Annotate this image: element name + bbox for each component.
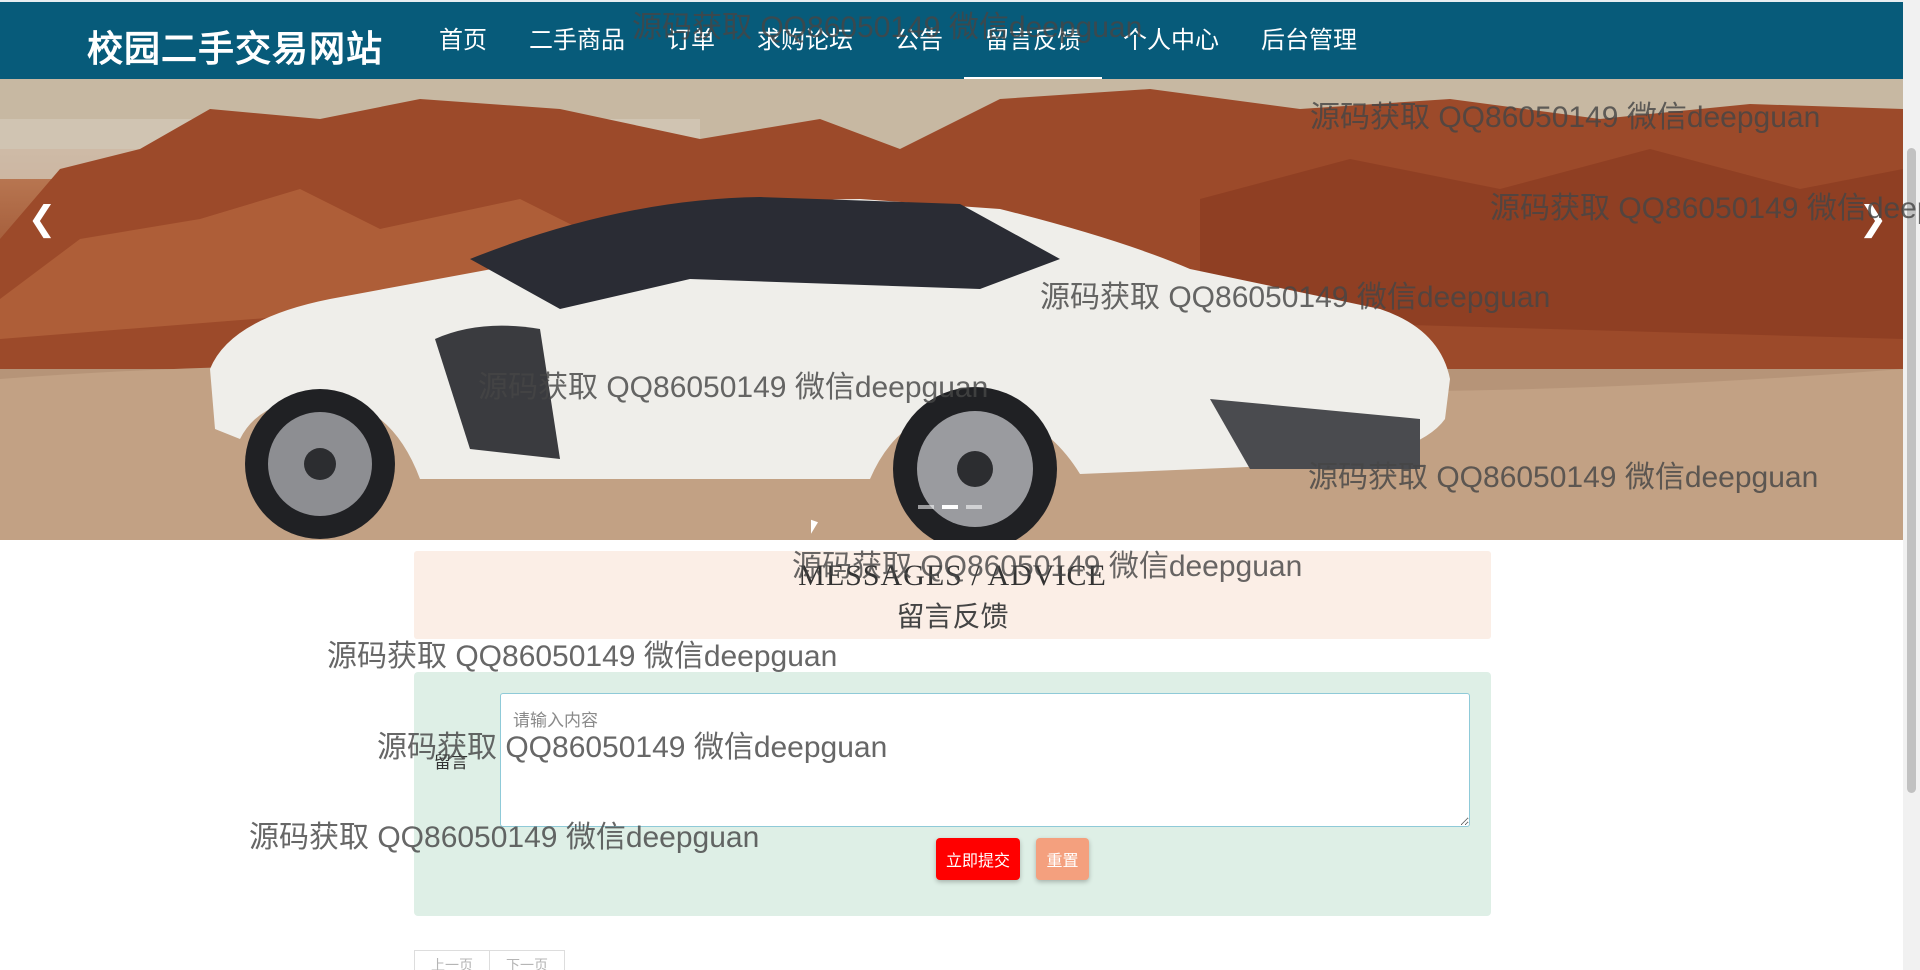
banner-carousel: ❮ ❯ [0,79,1903,540]
message-textarea[interactable] [500,693,1470,827]
site-brand[interactable]: 校园二手交易网站 [87,20,383,72]
mouse-pointer-icon [811,519,818,537]
nav-item-feedback[interactable]: 留言反馈 [964,2,1102,81]
carousel-prev-icon[interactable]: ❮ [22,189,62,249]
section-title-en: MESSAGES / ADVICE [798,559,1107,592]
main-nav: 首页 二手商品 订单 求购论坛 公告 留言反馈 个人中心 后台管理 [418,2,1378,81]
carousel-next-icon[interactable]: ❯ [1853,189,1893,249]
message-label: 留言 [434,753,468,772]
page: 校园二手交易网站 首页 二手商品 订单 求购论坛 公告 留言反馈 个人中心 后台… [0,0,1920,970]
prev-page-button[interactable]: 上一页 [414,950,490,970]
top-navbar: 校园二手交易网站 首页 二手商品 订单 求购论坛 公告 留言反馈 个人中心 后台… [0,0,1903,81]
nav-item-products[interactable]: 二手商品 [508,2,646,81]
nav-item-notices[interactable]: 公告 [874,2,964,81]
reset-button[interactable]: 重置 [1036,838,1089,880]
nav-item-admin[interactable]: 后台管理 [1240,2,1378,81]
nav-item-orders[interactable]: 订单 [646,2,736,81]
section-title-cn: 留言反馈 [896,601,1009,632]
scrollbar-thumb[interactable] [1907,148,1916,793]
banner-image [0,79,1903,540]
nav-item-forum[interactable]: 求购论坛 [736,2,874,81]
nav-item-profile[interactable]: 个人中心 [1102,2,1240,81]
carousel-dot-3[interactable] [966,505,982,509]
page-scrollbar[interactable] [1903,0,1920,970]
nav-item-home[interactable]: 首页 [418,2,508,81]
carousel-indicators [918,505,982,509]
section-title-box: MESSAGES / ADVICE 留言反馈 [414,551,1491,639]
message-form: 留言 立即提交 重置 [414,672,1491,916]
carousel-dot-1[interactable] [918,505,934,509]
pager: 上一页 下一页 [414,950,565,970]
submit-button[interactable]: 立即提交 [936,838,1020,880]
carousel-dot-2[interactable] [942,505,958,509]
next-page-button[interactable]: 下一页 [490,950,565,970]
